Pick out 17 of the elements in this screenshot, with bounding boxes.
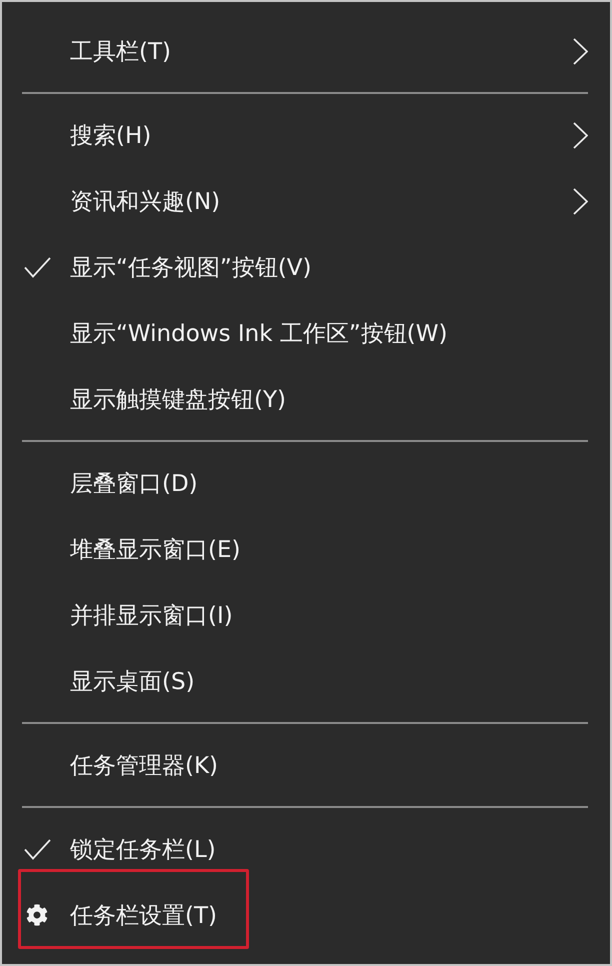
menu-item[interactable]: 任务管理器(K)	[2, 732, 610, 798]
menu-item[interactable]: 堆叠显示窗口(E)	[2, 516, 610, 582]
menu-item[interactable]: 显示触摸键盘按钮(Y)	[2, 366, 610, 432]
menu-item[interactable]: 锁定任务栏(L)	[2, 816, 610, 882]
menu-item[interactable]: 层叠窗口(D)	[2, 450, 610, 516]
settings-icon	[26, 904, 48, 926]
menu-item[interactable]: 任务栏设置(T)	[2, 882, 610, 948]
menu-item[interactable]: 显示“任务视图”按钮(V)	[2, 234, 610, 300]
menu-item[interactable]: 工具栏(T)	[2, 18, 610, 84]
menu-item[interactable]: 并排显示窗口(I)	[2, 582, 610, 648]
chevron-icon	[573, 122, 588, 148]
menu-item[interactable]: 显示桌面(S)	[2, 648, 610, 714]
menu-item[interactable]: 搜索(H)	[2, 102, 610, 168]
chevron-icon	[573, 188, 588, 214]
chevron-icon	[573, 38, 588, 64]
menu-item[interactable]: 显示“Windows Ink 工作区”按钮(W)	[2, 300, 610, 366]
menu-item[interactable]: 资讯和兴趣(N)	[2, 168, 610, 234]
